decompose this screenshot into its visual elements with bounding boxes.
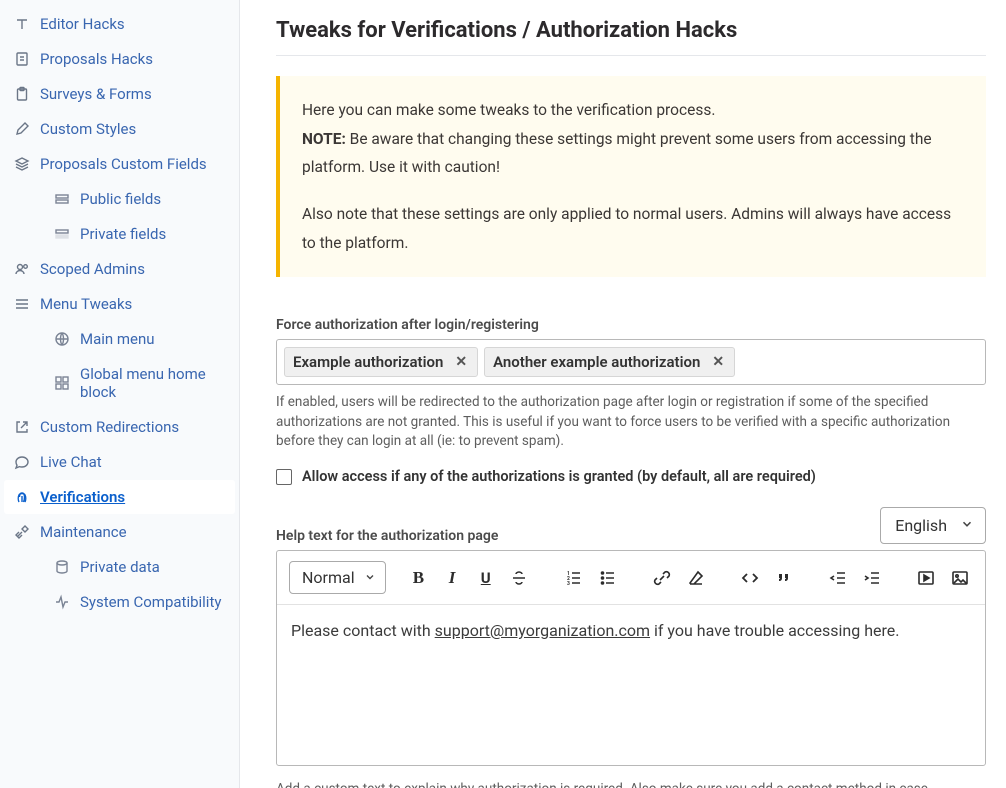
rich-text-editor: Normal B I U 123 (276, 550, 986, 766)
sidebar-item-private-fields[interactable]: Private fields (4, 217, 235, 251)
sidebar-item-surveys-forms[interactable]: Surveys & Forms (4, 77, 235, 111)
sidebar-item-label: Proposals Hacks (40, 50, 153, 68)
language-select[interactable]: English (880, 507, 986, 544)
callout-warning: Here you can make some tweaks to the ver… (276, 76, 986, 277)
callout-intro: Here you can make some tweaks to the ver… (302, 101, 715, 119)
help-text-label: Help text for the authorization page (276, 528, 498, 544)
private-icon (54, 559, 70, 575)
close-icon[interactable]: ✕ (710, 354, 726, 370)
globe-icon (54, 331, 70, 347)
sidebar-item-label: Verifications (40, 488, 125, 506)
image-button[interactable] (947, 564, 973, 592)
link-button[interactable] (649, 564, 675, 592)
callout-footer: Also note that these settings are only a… (302, 200, 964, 257)
unordered-list-button[interactable] (595, 564, 621, 592)
sidebar-item-label: Private fields (80, 225, 166, 243)
allow-any-row[interactable]: Allow access if any of the authorization… (276, 468, 986, 485)
callout-note-text: Be aware that changing these settings mi… (302, 130, 932, 177)
layers-icon (14, 156, 30, 172)
tools-icon (14, 524, 30, 540)
sidebar-item-custom-redirections[interactable]: Custom Redirections (4, 410, 235, 444)
ordered-list-button[interactable]: 123 (561, 564, 587, 592)
bold-button[interactable]: B (406, 564, 432, 592)
editor-toolbar: Normal B I U 123 (277, 551, 985, 605)
editor-text-prefix: Please contact with (291, 621, 435, 640)
sidebar-item-label: Private data (80, 558, 160, 576)
tag-label: Another example authorization (493, 353, 700, 371)
checkbox-icon[interactable] (276, 469, 292, 485)
editor-text-suffix: if you have trouble accessing here. (650, 621, 899, 640)
menu-icon (14, 296, 30, 312)
force-auth-input[interactable]: Example authorization ✕ Another example … (276, 339, 986, 385)
sidebar-item-label: Custom Styles (40, 120, 136, 138)
chat-icon (14, 454, 30, 470)
force-auth-label: Force authorization after login/register… (276, 317, 986, 333)
sidebar-item-label: Editor Hacks (40, 15, 125, 33)
eraser-button[interactable] (683, 564, 709, 592)
force-auth-help: If enabled, users will be redirected to … (276, 393, 986, 452)
auth-tag: Another example authorization ✕ (484, 347, 735, 377)
sidebar-item-label: Proposals Custom Fields (40, 155, 207, 173)
editor-link[interactable]: support@myorganization.com (435, 621, 650, 640)
grid-icon (54, 375, 70, 391)
text-t-icon (14, 16, 30, 32)
sidebar-item-label: Public fields (80, 190, 161, 208)
external-icon (14, 419, 30, 435)
indent-button[interactable] (859, 564, 885, 592)
sidebar-item-label: Scoped Admins (40, 260, 145, 278)
sidebar-item-system-compatibility[interactable]: System Compatibility (4, 585, 235, 619)
allow-any-label: Allow access if any of the authorization… (302, 468, 816, 485)
sidebar: Editor Hacks Proposals Hacks Surveys & F… (0, 0, 240, 788)
sidebar-item-label: System Compatibility (80, 593, 221, 611)
private-icon (54, 226, 70, 242)
sidebar-item-verifications[interactable]: Verifications (4, 480, 235, 514)
underline-button[interactable]: U (473, 564, 499, 592)
quote-button[interactable] (771, 564, 797, 592)
sidebar-item-label: Main menu (80, 330, 155, 348)
sidebar-item-private-data[interactable]: Private data (4, 550, 235, 584)
strikethrough-button[interactable] (507, 564, 533, 592)
sidebar-item-proposals-custom-fields[interactable]: Proposals Custom Fields (4, 147, 235, 181)
fields-icon (54, 191, 70, 207)
sidebar-item-main-menu[interactable]: Main menu (4, 322, 235, 356)
close-icon[interactable]: ✕ (453, 354, 469, 370)
sidebar-item-proposals-hacks[interactable]: Proposals Hacks (4, 42, 235, 76)
editor-footer-help: Add a custom text to explain why authori… (276, 780, 986, 788)
sidebar-item-editor-hacks[interactable]: Editor Hacks (4, 7, 235, 41)
activity-icon (54, 594, 70, 610)
main-content: Tweaks for Verifications / Authorization… (240, 0, 1006, 788)
auth-tag: Example authorization ✕ (284, 347, 478, 377)
editor-content[interactable]: Please contact with support@myorganizati… (277, 605, 985, 656)
sidebar-item-menu-tweaks[interactable]: Menu Tweaks (4, 287, 235, 321)
italic-button[interactable]: I (439, 564, 465, 592)
format-select[interactable]: Normal (289, 561, 386, 594)
page-title: Tweaks for Verifications / Authorization… (276, 18, 986, 56)
language-value: English (895, 516, 947, 535)
doc-icon (14, 51, 30, 67)
video-button[interactable] (914, 564, 940, 592)
sidebar-item-scoped-admins[interactable]: Scoped Admins (4, 252, 235, 286)
callout-note-label: NOTE: (302, 130, 346, 148)
tag-label: Example authorization (293, 353, 443, 371)
users-icon (14, 261, 30, 277)
fingerprint-icon (14, 489, 30, 505)
sidebar-item-label: Menu Tweaks (40, 295, 132, 313)
code-button[interactable] (737, 564, 763, 592)
sidebar-item-custom-styles[interactable]: Custom Styles (4, 112, 235, 146)
sidebar-item-live-chat[interactable]: Live Chat (4, 445, 235, 479)
format-value: Normal (302, 568, 355, 587)
sidebar-item-label: Maintenance (40, 523, 127, 541)
brush-icon (14, 121, 30, 137)
clipboard-icon (14, 86, 30, 102)
sidebar-item-label: Live Chat (40, 453, 102, 471)
sidebar-item-label: Custom Redirections (40, 418, 179, 436)
svg-text:3: 3 (567, 581, 570, 587)
sidebar-item-public-fields[interactable]: Public fields (4, 182, 235, 216)
outdent-button[interactable] (825, 564, 851, 592)
sidebar-item-label: Surveys & Forms (40, 85, 152, 103)
sidebar-item-label: Global menu home block (80, 365, 225, 401)
sidebar-item-maintenance[interactable]: Maintenance (4, 515, 235, 549)
sidebar-item-global-menu-home-block[interactable]: Global menu home block (4, 357, 235, 409)
